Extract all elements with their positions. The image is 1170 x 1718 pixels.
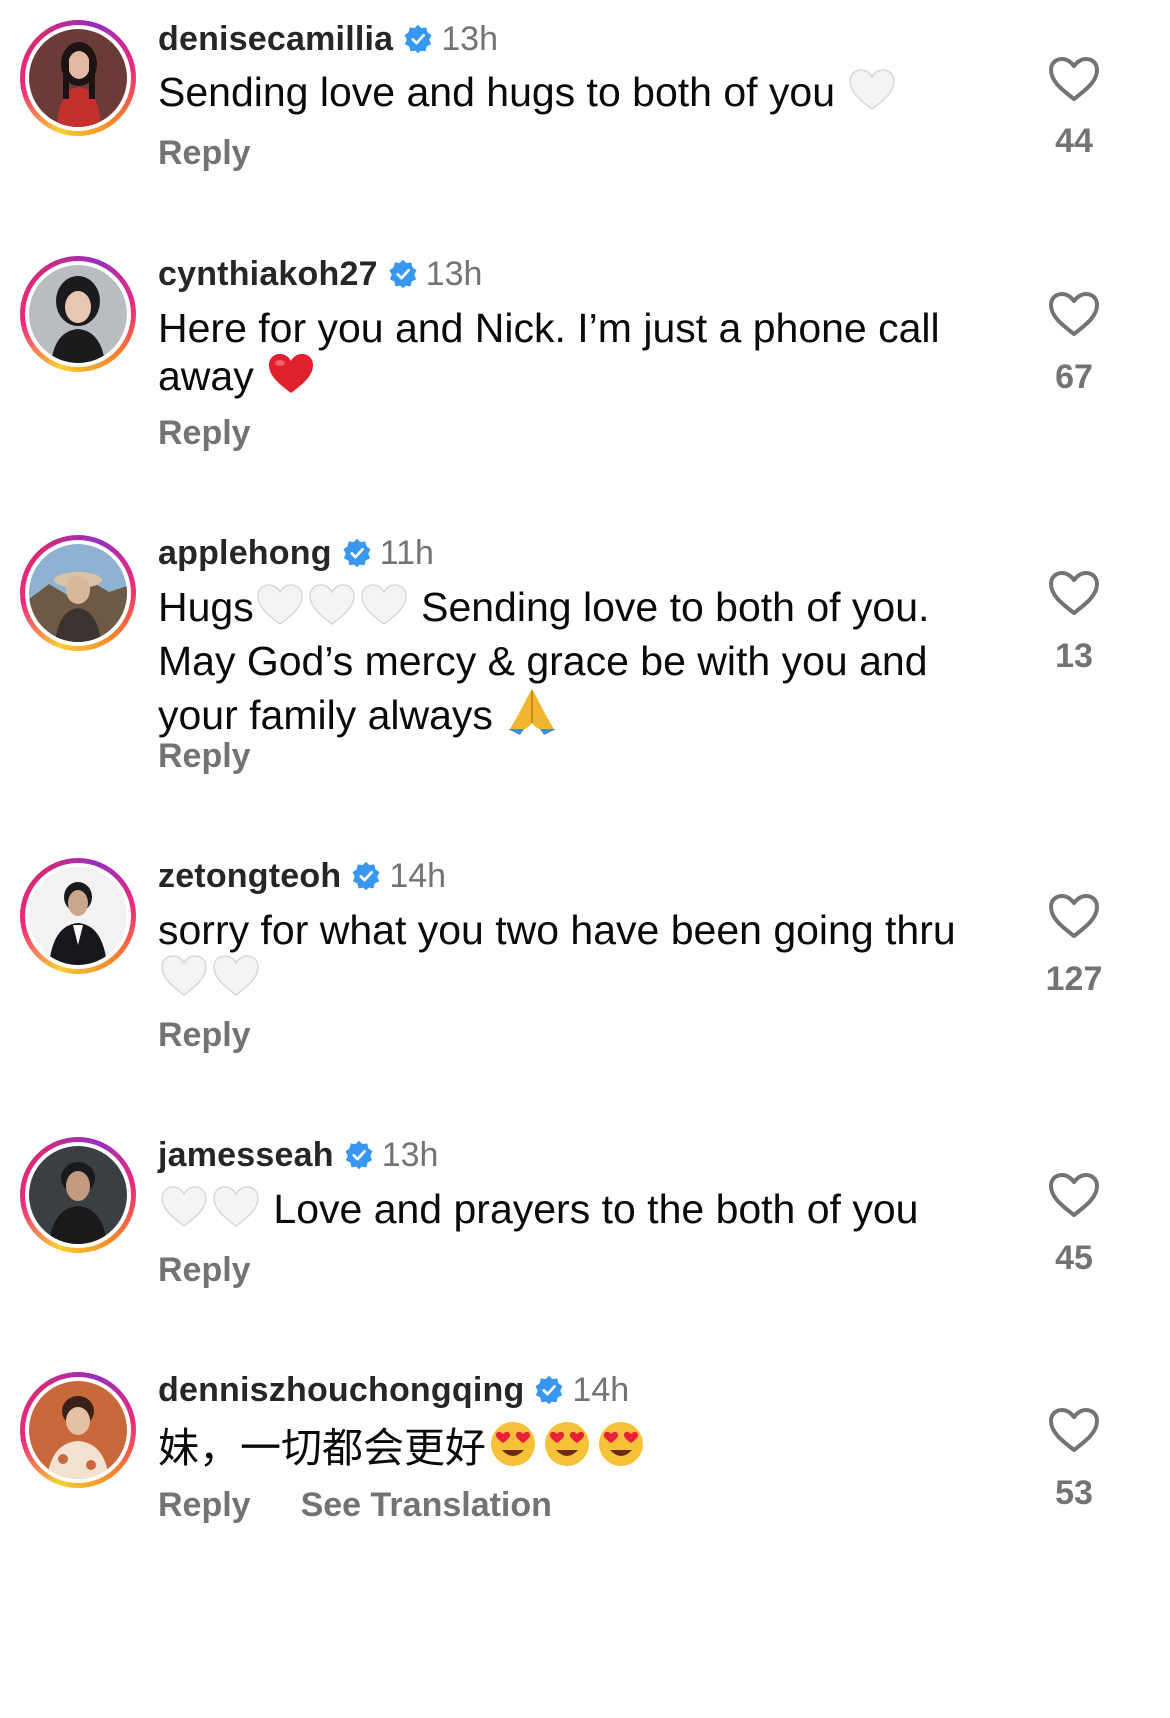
reply-button[interactable]: Reply [158, 1251, 251, 1290]
like-count: 127 [1045, 960, 1103, 998]
avatar [29, 544, 127, 642]
heart-eyes-icon [542, 1420, 592, 1478]
comment-text: Here for you and Nick. I’m just a phone … [158, 304, 988, 406]
username[interactable]: jamesseah [158, 1136, 334, 1175]
comment-time: 13h [425, 254, 483, 293]
verified-badge-icon [404, 24, 432, 54]
comment-text: sorry for what you two have been going t… [158, 906, 988, 1008]
white-heart-icon [308, 583, 356, 637]
username[interactable]: denisecamillia [158, 20, 393, 59]
white-heart-icon [848, 68, 896, 122]
like-heart-icon[interactable] [1048, 570, 1100, 616]
white-heart-icon [212, 1185, 260, 1239]
red-heart-icon [267, 352, 315, 406]
avatar [29, 1146, 127, 1244]
verified-badge-icon [345, 1140, 373, 1170]
avatar-story-ring[interactable] [20, 20, 136, 136]
comment-time: 11h [379, 533, 434, 572]
heart-eyes-icon [488, 1420, 538, 1478]
see-translation-button[interactable]: See Translation [301, 1486, 552, 1525]
avatar [29, 29, 127, 127]
white-heart-icon [360, 583, 408, 637]
comment-text: Love and prayers to the both of you [158, 1185, 988, 1239]
reply-button[interactable]: Reply [158, 1486, 251, 1525]
like-count: 13 [1055, 637, 1093, 675]
reply-button[interactable]: Reply [158, 414, 251, 453]
white-heart-icon [212, 954, 260, 1008]
avatar [29, 867, 127, 965]
reply-button[interactable]: Reply [158, 1016, 251, 1055]
like-heart-icon[interactable] [1048, 893, 1100, 939]
avatar-story-ring[interactable] [20, 858, 136, 974]
avatar [29, 265, 127, 363]
comment-time: 14h [389, 856, 447, 895]
verified-badge-icon [352, 861, 380, 891]
like-count: 44 [1055, 122, 1093, 160]
verified-badge-icon [389, 259, 417, 289]
comment-time: 14h [572, 1370, 630, 1409]
comment-time: 13h [441, 19, 498, 58]
comment-text: Sending love and hugs to both of you [158, 68, 988, 122]
white-heart-icon [256, 583, 304, 637]
like-heart-icon[interactable] [1048, 1407, 1100, 1453]
like-count: 67 [1055, 358, 1093, 396]
reply-button[interactable]: Reply [158, 134, 251, 173]
heart-eyes-icon [596, 1420, 646, 1478]
like-heart-icon[interactable] [1048, 1172, 1100, 1218]
white-heart-icon [160, 954, 208, 1008]
avatar [29, 1381, 127, 1479]
like-count: 53 [1055, 1474, 1093, 1512]
username[interactable]: denniszhouchongqing [158, 1371, 524, 1410]
comment-text: Hugs Sending love to both of you. May Go… [158, 583, 988, 745]
username[interactable]: zetongteoh [158, 857, 341, 896]
avatar-story-ring[interactable] [20, 535, 136, 651]
username[interactable]: cynthiakoh27 [158, 255, 378, 294]
verified-badge-icon [535, 1375, 563, 1405]
comment-text: 妹，一切都会更好 [158, 1420, 988, 1478]
white-heart-icon [160, 1185, 208, 1239]
like-count: 45 [1055, 1239, 1093, 1277]
like-heart-icon[interactable] [1048, 56, 1100, 102]
comment-time: 13h [381, 1135, 439, 1174]
verified-badge-icon [343, 538, 371, 568]
username[interactable]: applehong [158, 534, 332, 573]
reply-button[interactable]: Reply [158, 737, 251, 776]
folded-hands-icon [506, 685, 558, 745]
avatar-story-ring[interactable] [20, 256, 136, 372]
like-heart-icon[interactable] [1048, 291, 1100, 337]
avatar-story-ring[interactable] [20, 1372, 136, 1488]
avatar-story-ring[interactable] [20, 1137, 136, 1253]
